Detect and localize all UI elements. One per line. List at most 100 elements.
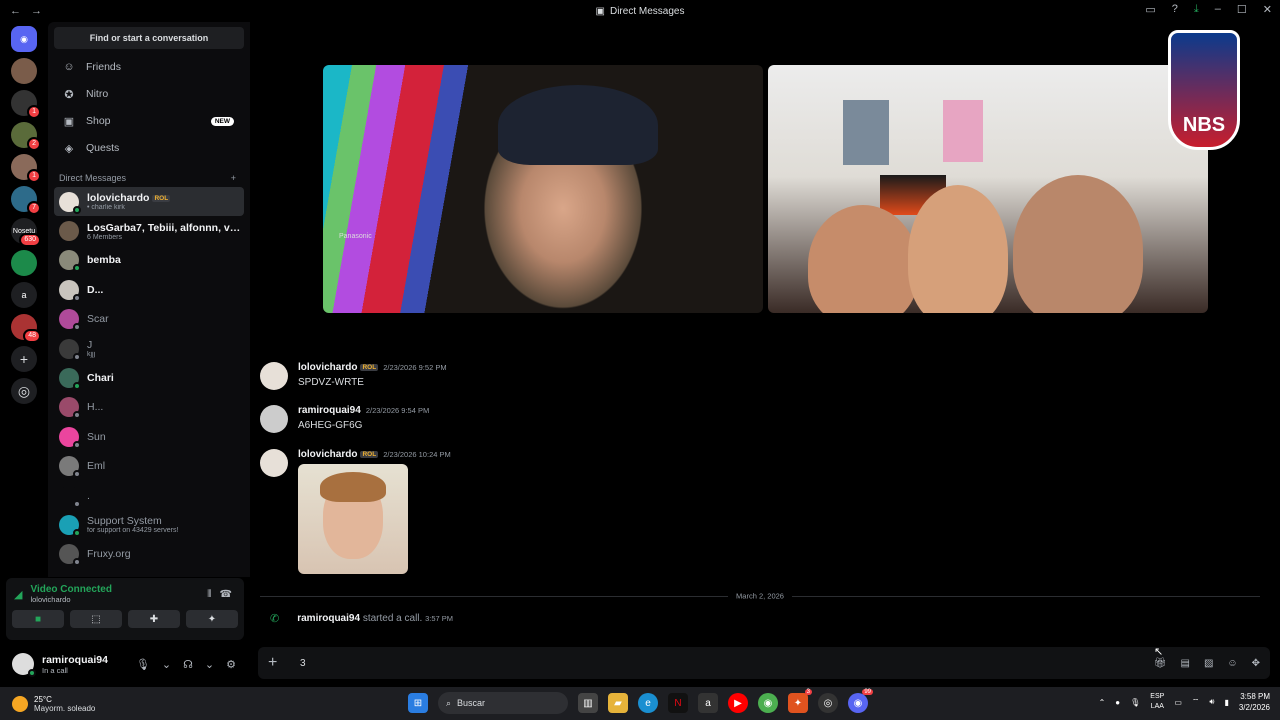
phone-icon: ✆: [270, 613, 280, 625]
microphone-icon[interactable]: 🎙︎: [136, 658, 150, 671]
camera-button[interactable]: ■: [12, 610, 64, 628]
amazon-icon[interactable]: a: [698, 693, 718, 713]
avatar: [59, 544, 81, 567]
server-icon[interactable]: 48: [11, 314, 41, 343]
nav-nitro[interactable]: ✪ Nitro: [54, 81, 244, 107]
voice-status[interactable]: Video Connected: [30, 584, 112, 595]
server-icon[interactable]: 1: [11, 90, 41, 119]
weather-widget[interactable]: 25°C Mayorm. soleado: [12, 695, 95, 713]
disconnect-icon[interactable]: ☎: [220, 589, 232, 600]
inbox-icon[interactable]: ▭: [1145, 3, 1155, 16]
language-indicator[interactable]: ESP LAA: [1150, 692, 1164, 712]
find-conversation-button[interactable]: Find or start a conversation: [54, 27, 244, 49]
message-author[interactable]: lolovichardo: [298, 449, 357, 460]
discord-taskbar-icon[interactable]: ◉ 99: [848, 689, 873, 713]
server-icon[interactable]: [11, 250, 37, 276]
message-author[interactable]: lolovichardo: [298, 362, 357, 373]
message-text: SPDVZ-WRTE: [298, 377, 364, 388]
avatar: [59, 368, 81, 391]
headphones-icon[interactable]: ☊: [183, 658, 193, 671]
dm-item[interactable]: Sun: [54, 422, 244, 451]
nav-friends[interactable]: ☺ Friends: [54, 54, 244, 80]
image-attachment[interactable]: [298, 464, 408, 574]
message-avatar[interactable]: [260, 449, 288, 477]
video-tile[interactable]: [768, 65, 1208, 313]
chevron-down-icon[interactable]: ⌄: [205, 658, 214, 671]
user-avatar[interactable]: [12, 653, 36, 677]
close-icon[interactable]: ✕: [1263, 3, 1272, 16]
help-icon[interactable]: ?: [1172, 3, 1178, 16]
add-server-button[interactable]: +: [11, 346, 37, 372]
activities-button[interactable]: ✚: [128, 610, 180, 628]
dm-item[interactable]: Eml: [54, 452, 244, 481]
server-icon[interactable]: 2: [11, 122, 41, 151]
chrome-icon[interactable]: ◉: [758, 693, 778, 713]
server-icon[interactable]: 1: [11, 154, 41, 183]
taskbar-search[interactable]: ⌕ Buscar: [438, 692, 568, 714]
attach-plus-icon[interactable]: +: [268, 654, 290, 672]
chevron-up-icon[interactable]: ⌃: [1099, 698, 1106, 707]
microphone-tray-icon[interactable]: 🎙︎: [1130, 698, 1140, 707]
wifi-icon[interactable]: ⌔: [1192, 697, 1200, 707]
volume-icon[interactable]: 🔊︎: [1209, 697, 1214, 707]
discover-button[interactable]: ◎: [11, 378, 37, 404]
video-stage: Panasonic NBS: [250, 22, 1280, 350]
mouse-cursor-icon: ↖: [1154, 646, 1164, 658]
obs-icon[interactable]: ◎: [818, 693, 838, 713]
maximize-icon[interactable]: ☐: [1237, 3, 1247, 16]
chevron-down-icon[interactable]: ⌄: [162, 658, 171, 671]
message-author[interactable]: ramiroquai94: [298, 405, 361, 416]
task-view-icon[interactable]: ▥: [578, 693, 598, 713]
battery-icon[interactable]: ▮: [1224, 698, 1228, 707]
voice-channel[interactable]: lolovichardo: [30, 595, 112, 604]
minimize-icon[interactable]: –: [1215, 3, 1221, 16]
clock[interactable]: 3:58 PM 3/2/2026: [1239, 691, 1270, 713]
nav-shop[interactable]: ▣ Shop NEW: [54, 108, 244, 134]
server-icon[interactable]: Nosetu 630: [11, 218, 41, 247]
video-tile[interactable]: Panasonic: [323, 65, 763, 313]
dm-item[interactable]: D...: [54, 275, 244, 304]
windows-start-icon[interactable]: ⊞: [408, 693, 428, 713]
edge-icon[interactable]: e: [638, 693, 658, 713]
gif-icon[interactable]: ▤: [1180, 658, 1189, 669]
dm-item[interactable]: Chari: [54, 363, 244, 392]
dm-item[interactable]: H...: [54, 393, 244, 422]
dm-item[interactable]: Scar: [54, 305, 244, 334]
download-icon[interactable]: ⤓: [1194, 3, 1199, 16]
nav-quests[interactable]: ◈ Quests: [54, 135, 244, 161]
display-icon[interactable]: ▭: [1174, 698, 1182, 707]
message-avatar[interactable]: [260, 362, 288, 390]
create-dm-icon[interactable]: +: [231, 173, 236, 183]
apps-icon[interactable]: ✥: [1252, 658, 1260, 669]
server-icon[interactable]: [11, 58, 37, 84]
title-bar: ← → ▣ Direct Messages ▭ ? ⤓ – ☐ ✕: [0, 0, 1280, 22]
server-icon[interactable]: a: [11, 282, 37, 308]
dm-item[interactable]: .: [54, 481, 244, 510]
noise-suppression-icon[interactable]: ⦀: [207, 589, 211, 600]
call-author[interactable]: ramiroquai94: [297, 613, 360, 624]
message-avatar[interactable]: [260, 405, 288, 433]
dm-item[interactable]: Support System for support on 43429 serve…: [54, 510, 244, 539]
youtube-music-icon[interactable]: ▶: [728, 693, 748, 713]
composer-input[interactable]: 3: [300, 658, 306, 669]
dm-item[interactable]: lolovichardo ROL • charlie kirk: [54, 187, 244, 217]
gift-icon[interactable]: 🎁︎: [1154, 658, 1167, 669]
message-composer[interactable]: + 3 🎁︎ ▤ ▨ ☺ ✥: [258, 647, 1270, 679]
app-icon[interactable]: ✦ 3: [788, 689, 812, 713]
settings-gear-icon[interactable]: ⚙: [226, 658, 236, 671]
home-button[interactable]: ◉: [11, 26, 37, 52]
file-explorer-icon[interactable]: ▰: [608, 693, 628, 713]
dm-item[interactable]: Fruxy.org: [54, 540, 244, 569]
netflix-icon[interactable]: N: [668, 693, 688, 713]
emoji-icon[interactable]: ☺: [1227, 658, 1237, 669]
dm-item[interactable]: LosGarba7, Tebiii, alfonnn, vs, D... 6 Me…: [54, 216, 244, 245]
tray-app-icon[interactable]: ●: [1115, 698, 1120, 707]
dm-item[interactable]: Jkjjj: [54, 334, 244, 363]
sticker-icon[interactable]: ▨: [1204, 658, 1213, 669]
dm-sidebar: Find or start a conversation ☺ Friends ✪ N…: [48, 22, 250, 577]
dm-item[interactable]: bemba: [54, 246, 244, 275]
soundboard-button[interactable]: ✦: [186, 610, 238, 628]
server-icon[interactable]: 7: [11, 186, 41, 215]
screen-share-button[interactable]: ⬚: [70, 610, 122, 628]
app-badge: 99: [862, 689, 873, 695]
